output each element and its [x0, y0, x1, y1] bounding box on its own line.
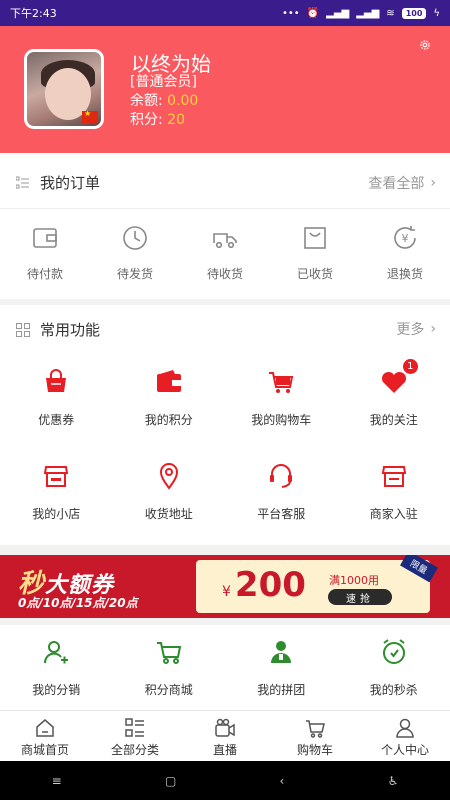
menu-icon[interactable]: ≡: [52, 774, 62, 788]
extra-distribution[interactable]: 我的分销: [0, 637, 113, 698]
grab-coupon-button[interactable]: 速抢: [328, 589, 392, 605]
profile-header: 以终为始 [普通会员] 余额: 0.00 积分: 20: [0, 26, 450, 153]
flag-icon: [82, 109, 98, 123]
list-icon: [16, 176, 29, 188]
balance-value: 0.00: [167, 93, 199, 109]
bottom-tab-bar: 商城首页 全部分类 直播 购物车 个人中心: [0, 710, 450, 761]
feature-merchant-join[interactable]: 商家入驻: [338, 461, 450, 522]
system-nav-bar: ≡ ▢ ‹ ♿: [0, 761, 450, 800]
member-level: [普通会员]: [130, 74, 197, 90]
extras-row: 我的分销 积分商城 我的拼团 我的秒杀: [0, 637, 450, 698]
coupon-condition: 满1000用: [329, 574, 379, 587]
order-status-pending-receipt[interactable]: 待收货: [180, 223, 270, 282]
limited-tag: 限量: [400, 555, 438, 583]
status-bar: 下午2:43 ••• ⏰ ▂▄▆ ▂▄▆ ≋ 100 ϟ: [0, 0, 450, 26]
group-icon: [271, 641, 292, 663]
points-row[interactable]: 积分: 20: [130, 109, 185, 129]
extra-group-buy[interactable]: 我的拼团: [225, 637, 338, 698]
notification-badge: 1: [401, 358, 419, 375]
extras-card: 我的分销 积分商城 我的拼团 我的秒杀: [0, 625, 450, 710]
feature-my-points[interactable]: 我的积分: [113, 367, 226, 428]
grid-icon: [16, 322, 30, 337]
accessibility-icon[interactable]: ♿: [388, 774, 399, 788]
points-value: 20: [167, 112, 185, 128]
more-dots-icon: •••: [281, 7, 300, 19]
video-camera-icon: [215, 718, 235, 737]
feature-my-follows[interactable]: 1 我的关注: [338, 358, 450, 428]
coupon-card[interactable]: ¥200 满1000用 速抢 限量: [196, 555, 438, 613]
back-icon[interactable]: ‹: [280, 774, 285, 788]
extra-points-mall[interactable]: 积分商城: [113, 637, 226, 698]
tab-profile[interactable]: 个人中心: [360, 711, 450, 761]
features-section-title: 常用功能: [16, 319, 100, 340]
orders-title: 我的订单: [40, 174, 101, 192]
features-row-1: 优惠券 我的积分 我的购物车 1 我的关注: [0, 358, 450, 428]
category-icon: [125, 718, 144, 737]
points-label: 积分:: [130, 112, 163, 128]
chevron-right-icon: ›: [430, 175, 436, 191]
tab-home[interactable]: 商城首页: [0, 711, 90, 761]
extra-flash-sale[interactable]: 我的秒杀: [338, 637, 450, 698]
wallet-icon: [156, 370, 181, 392]
cart-icon: [306, 720, 325, 738]
promo-banner[interactable]: 秒大额券 0点/10点/15点/20点 ¥200 满1000用 速抢 限量: [0, 555, 450, 618]
balance-row[interactable]: 余额: 0.00: [130, 90, 198, 110]
status-time: 下午2:43: [10, 7, 57, 20]
location-pin-icon: [159, 463, 178, 490]
features-row-2: 我的小店 收货地址 平台客服 商家入驻: [0, 461, 450, 522]
gear-icon[interactable]: [418, 38, 432, 52]
alarm-clock-icon: [382, 639, 405, 664]
tab-categories[interactable]: 全部分类: [90, 711, 180, 761]
feature-my-shop[interactable]: 我的小店: [0, 461, 113, 522]
user-icon: [396, 718, 414, 738]
order-status-pending-payment[interactable]: 待付款: [0, 223, 90, 282]
alarm-icon: ⏰: [306, 7, 320, 19]
feature-address[interactable]: 收货地址: [113, 461, 226, 522]
feature-customer-service[interactable]: 平台客服: [225, 461, 338, 522]
clock-icon: [123, 226, 147, 250]
orders-card: 我的订单 查看全部 › 待付款 待发货 待收货 已收货 ¥ 退换货: [0, 153, 450, 299]
features-title: 常用功能: [40, 321, 101, 339]
heart-icon-wrap: 1: [379, 358, 419, 397]
order-status-refund[interactable]: ¥ 退换货: [360, 223, 450, 282]
chevron-right-icon: ›: [430, 321, 436, 337]
signal-icon: ▂▄▆: [326, 7, 350, 19]
wifi-icon: ≋: [386, 7, 395, 19]
signal-icon: ▂▄▆: [356, 7, 380, 19]
svg-text:¥: ¥: [402, 232, 409, 245]
banner-times: 0点/10点/15点/20点: [18, 596, 138, 610]
tab-live[interactable]: 直播: [180, 711, 270, 761]
refund-icon: ¥: [394, 226, 416, 249]
cart-icon: [269, 372, 294, 393]
coupon-amount: ¥200: [222, 565, 306, 605]
feature-my-cart[interactable]: 我的购物车: [225, 367, 338, 428]
home-icon: [36, 719, 54, 737]
cart-icon: [156, 642, 181, 664]
orders-section-title: 我的订单: [16, 172, 100, 193]
battery-icon: 100: [401, 7, 427, 19]
bag-icon: [304, 227, 326, 249]
status-icons: ••• ⏰ ▂▄▆ ▂▄▆ ≋ 100 ϟ: [281, 7, 440, 19]
headset-icon: [270, 464, 293, 488]
divider: [0, 208, 450, 209]
avatar[interactable]: [24, 49, 104, 129]
tab-cart[interactable]: 购物车: [270, 711, 360, 761]
home-square-icon[interactable]: ▢: [165, 774, 176, 788]
features-card: 常用功能 更多 › 优惠券 我的积分 我的购物车 1 我的关注 我的小店 收货地…: [0, 305, 450, 545]
balance-label: 余额:: [130, 93, 163, 109]
order-status-received[interactable]: 已收货: [270, 223, 360, 282]
basket-icon: [46, 369, 67, 392]
order-status-pending-shipment[interactable]: 待发货: [90, 223, 180, 282]
user-add-icon: [44, 641, 69, 664]
charging-icon: ϟ: [433, 7, 440, 19]
shop-icon: [381, 466, 406, 487]
feature-coupons[interactable]: 优惠券: [0, 367, 113, 428]
wallet-icon: [33, 228, 57, 248]
store-icon: [44, 466, 69, 487]
view-all-orders-link[interactable]: 查看全部 ›: [368, 173, 436, 193]
more-features-link[interactable]: 更多 ›: [396, 319, 436, 339]
order-status-row: 待付款 待发货 待收货 已收货 ¥ 退换货: [0, 223, 450, 282]
truck-icon: [213, 233, 237, 249]
